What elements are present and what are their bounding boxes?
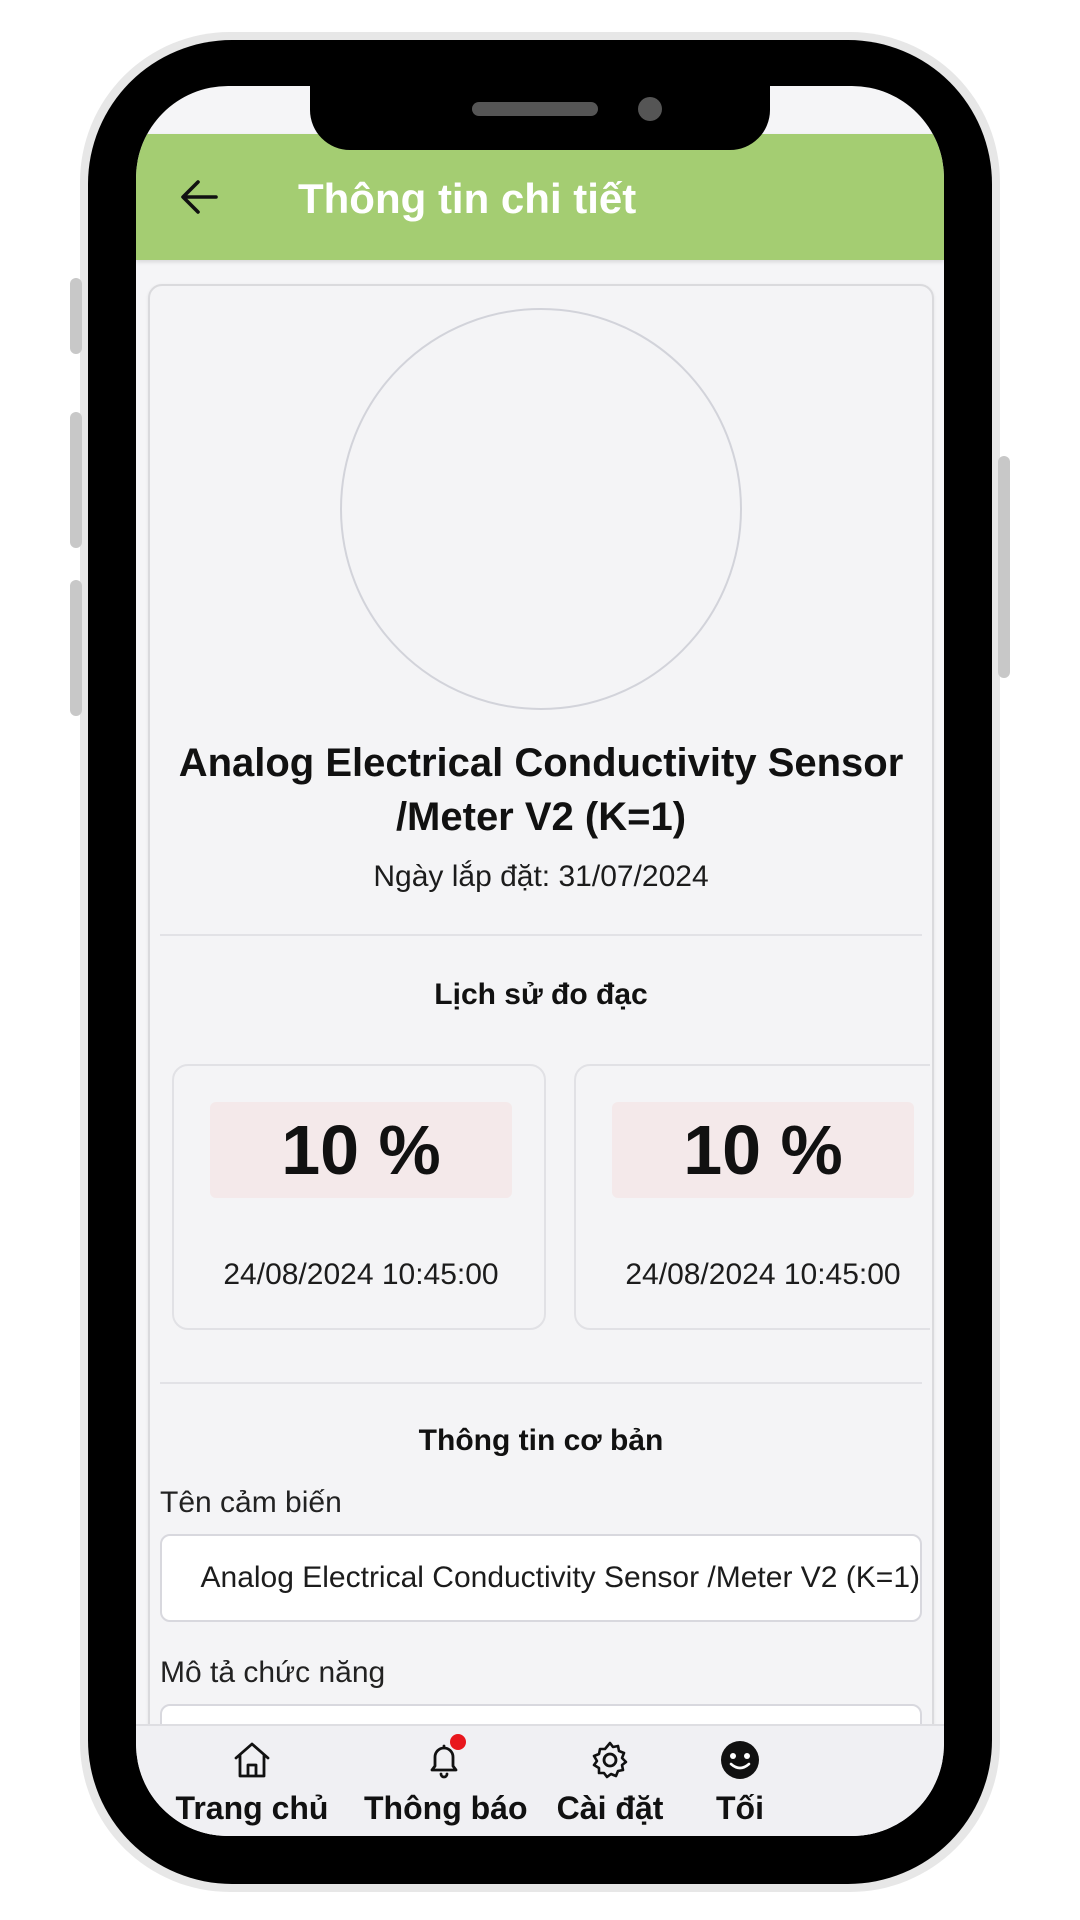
- history-section-title: Lịch sử đo đạc: [434, 978, 648, 1011]
- dark-mode-face-icon: [721, 1741, 759, 1779]
- notification-badge: [450, 1734, 466, 1750]
- device-name: Analog Electrical Conductivity Sensor /M…: [178, 741, 904, 839]
- description-label: Mô tả chức năng: [160, 1656, 386, 1689]
- divider: [160, 934, 922, 936]
- back-button[interactable]: [176, 174, 222, 220]
- home-icon: [234, 1742, 270, 1778]
- measurement-value: 10 %: [210, 1102, 512, 1198]
- nav-label-notifications: Thông báo: [364, 1790, 528, 1826]
- phone-side-button: [70, 580, 82, 716]
- measurement-value: 10 %: [612, 1102, 914, 1198]
- speaker-grille: [472, 102, 598, 116]
- arrow-left-icon: [181, 180, 218, 214]
- phone-screen: Thông tin chi tiết Analog Electrical Con…: [136, 86, 944, 1836]
- history-record-card[interactable]: 10 % 24/08/2024 10:45:00: [172, 1064, 546, 1330]
- sensor-name-label: Tên cảm biến: [160, 1486, 342, 1519]
- history-record-card[interactable]: 10 % 24/08/2024 10:45:00: [574, 1064, 930, 1330]
- sensor-name-value: Analog Electrical Conductivity Sensor /M…: [200, 1561, 921, 1594]
- nav-item-settings[interactable]: Cài đặt: [548, 1726, 672, 1836]
- measurement-time: 24/08/2024 10:45:00: [223, 1258, 499, 1291]
- nav-item-home[interactable]: Trang chủ: [172, 1726, 332, 1836]
- history-carousel[interactable]: 10 % 24/08/2024 10:45:00 10 % 24/08/2024…: [172, 1064, 930, 1334]
- device-image-placeholder: [340, 308, 742, 710]
- gear-icon: [592, 1741, 628, 1779]
- install-date-value: 31/07/2024: [558, 860, 709, 893]
- sensor-name-field[interactable]: Analog Electrical Conductivity Sensor /M…: [160, 1534, 922, 1622]
- nav-label-settings: Cài đặt: [556, 1790, 664, 1826]
- install-date: Ngày lắp đặt: 31/07/2024: [170, 860, 912, 894]
- phone-side-button: [70, 412, 82, 548]
- nav-label-home: Trang chủ: [175, 1790, 329, 1826]
- measurement-time: 24/08/2024 10:45:00: [625, 1258, 901, 1291]
- phone-side-button: [70, 278, 82, 354]
- app-header: Thông tin chi tiết: [136, 134, 944, 260]
- install-date-label: Ngày lắp đặt:: [373, 860, 551, 893]
- nav-item-notifications[interactable]: Thông báo: [364, 1726, 528, 1836]
- nav-label-dark-mode: Tối: [716, 1790, 764, 1826]
- bottom-nav: Trang chủ Thông báo Cài đặt Tối: [136, 1724, 944, 1836]
- device-detail-card: Analog Electrical Conductivity Sensor /M…: [148, 284, 934, 1836]
- divider: [160, 1382, 922, 1384]
- page-title: Thông tin chi tiết: [298, 175, 637, 222]
- basic-info-section-title: Thông tin cơ bản: [418, 1424, 664, 1457]
- phone-notch: [310, 86, 770, 150]
- phone-side-button: [998, 456, 1010, 678]
- front-camera: [638, 97, 662, 121]
- nav-item-dark-mode[interactable]: Tối: [710, 1726, 770, 1836]
- device-mockup: Thông tin chi tiết Analog Electrical Con…: [0, 0, 1080, 1920]
